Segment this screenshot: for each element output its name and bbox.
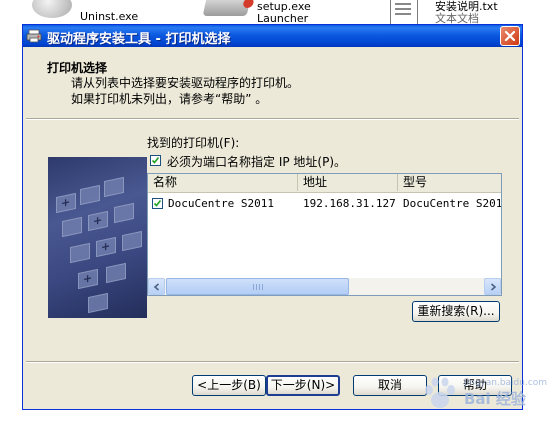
list-header: 名称 地址 型号 <box>148 174 501 193</box>
horizontal-scrollbar[interactable] <box>148 278 501 295</box>
column-header-name[interactable]: 名称 <box>148 174 298 191</box>
printer-row[interactable]: DocuCentre S2011 192.168.31.127 DocuCent… <box>148 195 501 212</box>
page-description: 请从列表中选择要安装驱动程序的打印机。 如果打印机未列出，请参考“帮助” 。 <box>71 76 300 106</box>
watermark-text: Bai 经验 <box>464 390 526 408</box>
scroll-right-button[interactable] <box>484 278 501 295</box>
driver-installer-dialog: 驱动程序安装工具 - 打印机选择 打印机选择 请从列表中选择要安装驱动程序的打印… <box>22 24 523 410</box>
back-button[interactable]: <上一步(B) <box>192 375 266 396</box>
header-panel: 打印机选择 请从列表中选择要安装驱动程序的打印机。 如果打印机未列出，请参考“帮… <box>26 47 519 119</box>
setup-file-icon[interactable] <box>202 0 252 16</box>
printer-row-checkbox[interactable] <box>152 198 163 209</box>
text-document-icon[interactable] <box>390 0 418 24</box>
checkmark-icon <box>151 157 160 164</box>
checkmark-icon <box>153 200 162 207</box>
ip-address-checkbox-label[interactable]: 必须为端口名称指定 IP 地址(P)。 <box>167 153 346 170</box>
ip-address-checkbox[interactable] <box>150 155 161 166</box>
desktop-item-readme-sublabel: 文本文档 <box>435 12 479 25</box>
close-icon <box>504 30 516 42</box>
scroll-left-button[interactable] <box>148 278 165 295</box>
baidu-watermark: jingyan.baidu.com Bai 经验 <box>416 376 548 414</box>
scrollbar-thumb[interactable] <box>166 278 349 295</box>
column-header-address[interactable]: 地址 <box>298 174 398 191</box>
next-button[interactable]: 下一步(N)> <box>266 375 340 396</box>
scrollbar-grip-icon <box>253 284 263 290</box>
desktop-item-setup-sublabel: Launcher <box>257 12 309 25</box>
printer-address-cell: 192.168.31.127 <box>303 197 396 210</box>
found-printers-label: 找到的打印机(F): <box>147 136 240 150</box>
arrow-left-icon <box>153 283 160 291</box>
printer-name-cell: DocuCentre S2011 <box>168 197 274 210</box>
desktop-item-uninst-label[interactable]: Uninst.exe <box>80 11 138 23</box>
title-bar[interactable]: 驱动程序安装工具 - 打印机选择 <box>23 25 522 47</box>
page-title: 打印机选择 <box>47 61 108 75</box>
desktop-background: Uninst.exe setup.exe Launcher 安装说明.txt 文… <box>0 0 553 24</box>
close-button[interactable] <box>500 26 520 46</box>
wizard-side-image: + + + + <box>48 157 147 318</box>
printer-installer-icon <box>26 29 42 43</box>
printer-list[interactable]: 名称 地址 型号 DocuCentre S2011 192.168.31.127… <box>147 173 502 296</box>
uninstall-file-icon[interactable] <box>32 0 72 18</box>
arrow-right-icon <box>490 283 497 291</box>
header-divider <box>26 119 519 120</box>
printer-model-cell: DocuCentre S2011 <box>403 197 502 210</box>
watermark-url: jingyan.baidu.com <box>464 378 548 388</box>
column-header-model[interactable]: 型号 <box>398 174 501 191</box>
window-title: 驱动程序安装工具 - 打印机选择 <box>47 32 231 47</box>
paw-logo-icon <box>425 377 455 408</box>
footer-divider <box>26 361 519 362</box>
research-button[interactable]: 重新搜索(R)... <box>412 301 500 322</box>
